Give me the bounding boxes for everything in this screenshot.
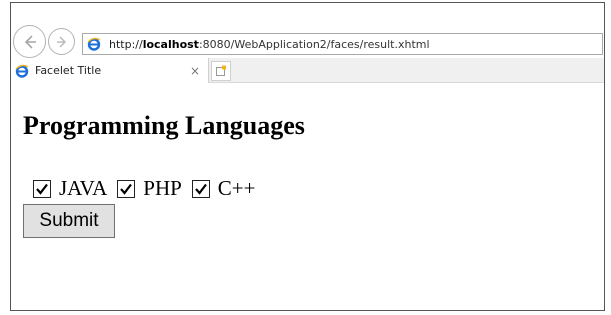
url-text: http://localhost:8080/WebApplication2/fa… [109,38,430,51]
option-cpp[interactable]: C++ [191,176,256,201]
url-prefix: http:// [109,37,143,51]
php-label: PHP [143,176,182,200]
java-checkbox[interactable] [33,179,51,198]
back-button[interactable] [13,25,46,58]
forward-arrow-icon [56,36,66,47]
new-tab-button[interactable] [211,61,231,81]
cpp-checkbox[interactable] [191,179,210,198]
php-checkbox[interactable] [117,179,136,198]
back-arrow-icon [24,34,36,49]
page-title: Programming Languages [23,111,305,140]
close-icon[interactable]: × [188,64,202,78]
tab-facelet-title[interactable]: Facelet Title × [11,58,209,83]
address-bar[interactable]: http://localhost:8080/WebApplication2/fa… [82,33,603,55]
ie-icon [87,37,101,51]
option-php[interactable]: PHP [117,176,182,201]
language-checkbox-group: JAVA PHP C++ [33,176,266,201]
checkmark-icon [120,183,133,195]
java-label: JAVA [59,176,108,200]
tab-strip: Facelet Title × [11,58,604,83]
url-host: localhost [142,37,199,51]
option-java[interactable]: JAVA [33,176,107,201]
checkmark-icon [36,183,48,195]
forward-button[interactable] [48,28,75,55]
url-path: :8080/WebApplication2/faces/result.xhtml [198,37,430,51]
cpp-label: C++ [217,176,256,200]
page-content: Programming Languages JAVA PHP C++ Submi… [11,83,604,310]
checkmark-icon [194,183,207,195]
browser-window: http://localhost:8080/WebApplication2/fa… [10,2,605,311]
tab-title: Facelet Title [35,64,102,77]
ie-icon [15,64,29,78]
navigation-bar: http://localhost:8080/WebApplication2/fa… [11,3,604,58]
new-tab-icon [216,65,226,76]
submit-button[interactable]: Submit [23,204,115,238]
